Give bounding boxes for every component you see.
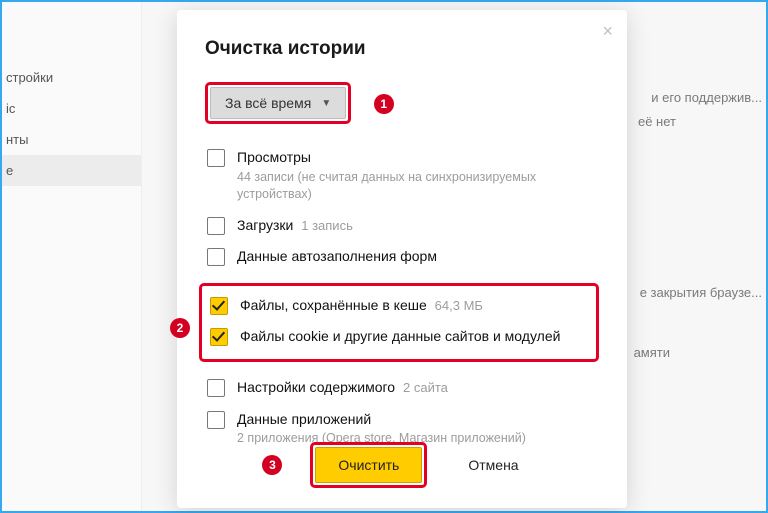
option-label: Данные автозаполнения форм (237, 247, 437, 267)
option-sub: 44 записи (не считая данных на синхрониз… (237, 169, 597, 204)
close-icon[interactable]: × (602, 22, 613, 40)
truncated-text (205, 364, 599, 372)
annotation-highlight-3: Очистить (310, 442, 427, 488)
annotation-badge-2: 2 (170, 318, 190, 338)
option-label: Файлы cookie и другие данные сайтов и мо… (240, 327, 560, 347)
sidebar-item: нты (2, 124, 141, 155)
checkbox[interactable] (207, 379, 225, 397)
cancel-button[interactable]: Отмена (445, 447, 541, 483)
time-range-value: За всё время (225, 95, 311, 111)
option-content-settings[interactable]: Настройки содержимого 2 сайта (205, 372, 599, 404)
annotation-highlight-2: 2 Файлы, сохранённые в кеше 64,3 МБ Файл… (199, 283, 599, 362)
checkbox[interactable] (210, 297, 228, 315)
options-list: Просмотры 44 записи (не считая данных на… (205, 142, 599, 454)
bg-text: её нет (638, 114, 676, 129)
bg-text: е закрытия браузе... (640, 285, 762, 300)
option-label: Настройки содержимого (237, 379, 395, 395)
truncated-text (205, 273, 599, 281)
dialog-footer: 3 Очистить Отмена (177, 442, 627, 488)
option-cookies[interactable]: Файлы cookie и другие данные сайтов и мо… (208, 321, 590, 353)
option-sub: 2 сайта (403, 380, 448, 395)
option-label: Файлы, сохранённые в кеше (240, 297, 427, 313)
clear-button[interactable]: Очистить (315, 447, 422, 483)
checkbox[interactable] (207, 248, 225, 266)
option-views[interactable]: Просмотры 44 записи (не считая данных на… (205, 142, 599, 210)
bg-text: амяти (634, 345, 670, 360)
checkbox[interactable] (207, 217, 225, 235)
bg-text: и его поддержив... (651, 90, 762, 105)
chevron-down-icon: ▼ (321, 98, 331, 109)
dialog-title: Очистка истории (205, 38, 599, 60)
background-sidebar: стройки іс нты е (2, 2, 142, 511)
annotation-badge-3: 3 (262, 455, 282, 475)
sidebar-item: іс (2, 93, 141, 124)
clear-history-dialog: × Очистка истории За всё время ▼ 1 Просм… (177, 10, 627, 508)
checkbox[interactable] (207, 149, 225, 167)
option-label: Данные приложений (237, 411, 371, 427)
option-autofill[interactable]: Данные автозаполнения форм (205, 241, 599, 273)
option-sub: 1 запись (301, 218, 353, 233)
option-sub: 64,3 МБ (435, 298, 483, 313)
option-cache[interactable]: Файлы, сохранённые в кеше 64,3 МБ (208, 290, 590, 322)
sidebar-item: е (2, 155, 141, 186)
option-label: Загрузки (237, 217, 293, 233)
sidebar-item: стройки (2, 62, 141, 93)
checkbox[interactable] (210, 328, 228, 346)
checkbox[interactable] (207, 411, 225, 429)
option-downloads[interactable]: Загрузки 1 запись (205, 210, 599, 242)
option-label: Просмотры (237, 149, 311, 165)
annotation-badge-1: 1 (374, 94, 394, 114)
time-range-select[interactable]: За всё время ▼ (210, 87, 346, 119)
annotation-highlight-1: За всё время ▼ (205, 82, 351, 124)
